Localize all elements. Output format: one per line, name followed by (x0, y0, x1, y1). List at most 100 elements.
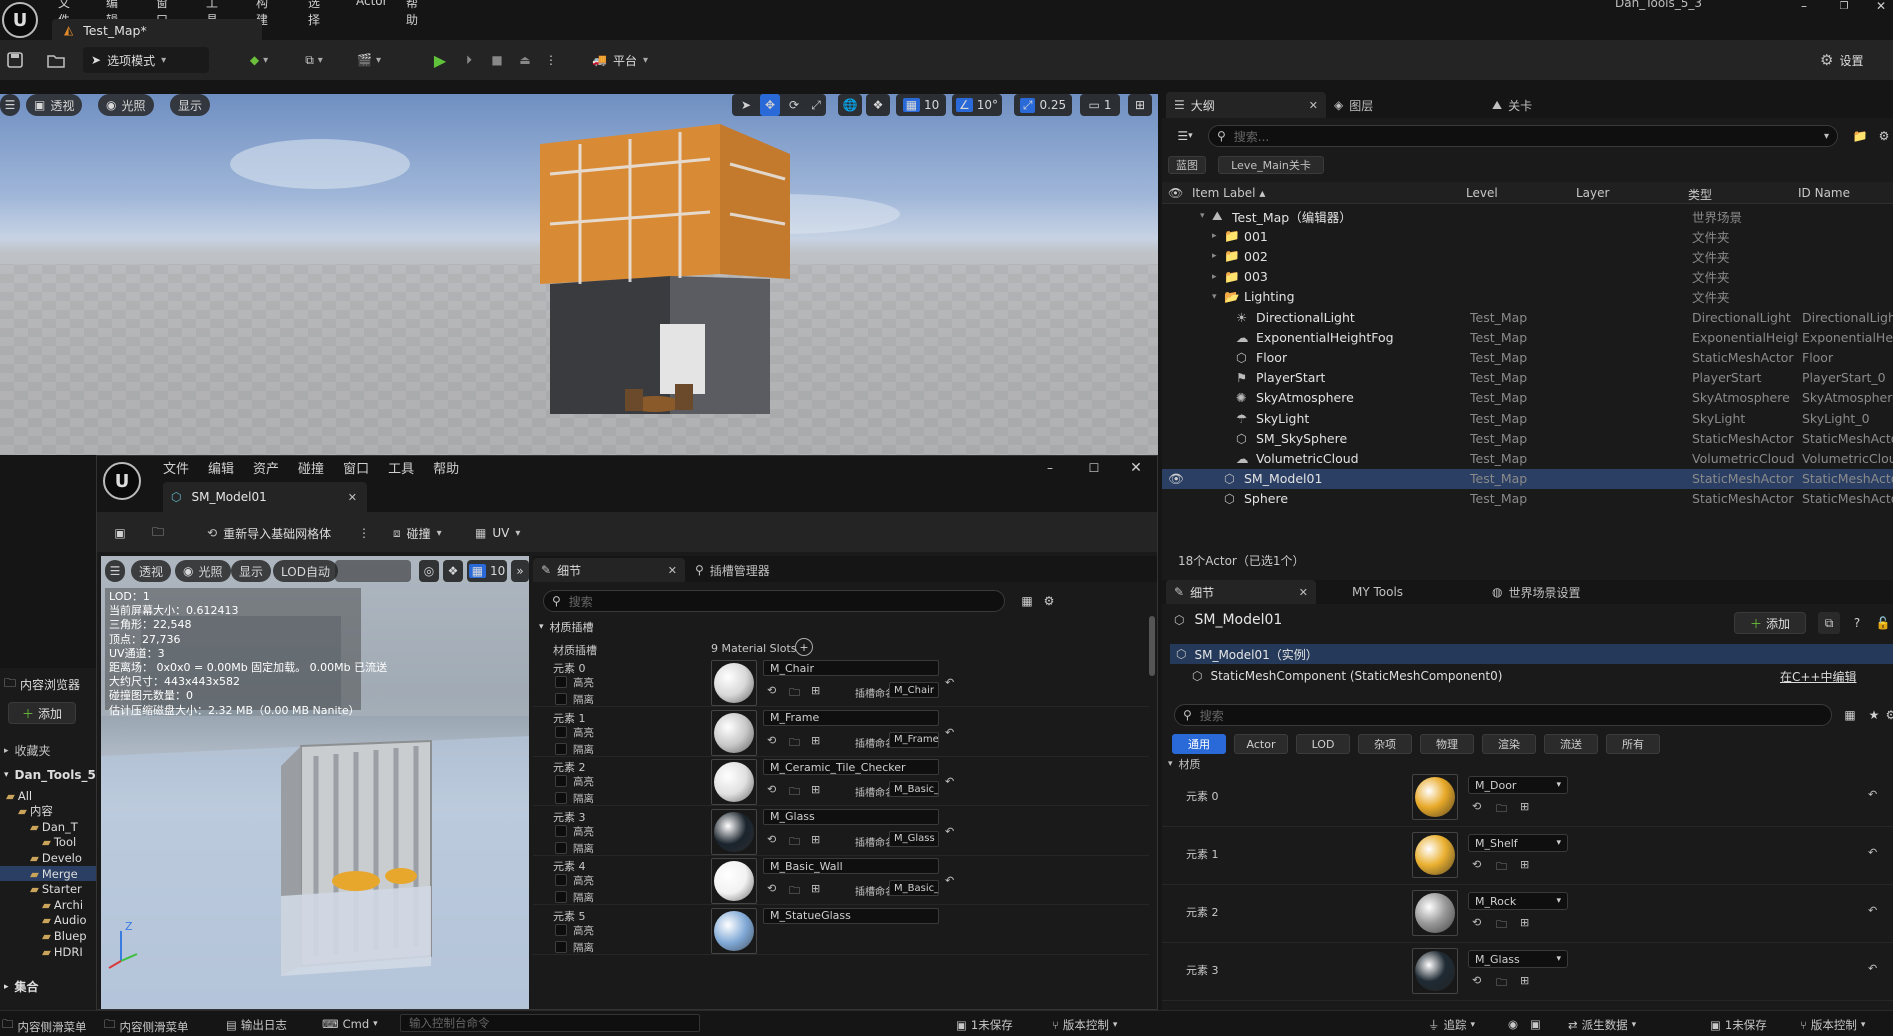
content-tree-item[interactable]: ▰ Archi (0, 897, 96, 912)
project-section[interactable]: ▾ Dan_Tools_5 (4, 768, 96, 782)
camera-speed-button[interactable]: ▭ 1 (1080, 94, 1120, 116)
isolate-checkbox[interactable] (555, 792, 567, 804)
material-thumbnail[interactable] (1412, 774, 1458, 820)
surface-snap-icon[interactable]: ❖ (866, 94, 890, 116)
editor-asset-tab[interactable]: ⬡ SM_Model01 ✕ (163, 482, 367, 512)
material-dropdown[interactable]: M_Shelf ▾ (1468, 834, 1568, 852)
platform-dropdown[interactable]: 🚚 平台 ▾ (592, 49, 648, 71)
menu-item[interactable]: 帮助 (406, 0, 418, 28)
editor-minimize-button[interactable]: – (1041, 460, 1059, 476)
more-icon[interactable]: ⋮ (358, 522, 370, 544)
editor-details-search[interactable]: ⚲ 搜索 (543, 590, 1005, 612)
filter-chip-level[interactable]: Leve_Main关卡 (1218, 156, 1324, 174)
trace-button[interactable]: ⏚ 追踪 ▾ (1428, 1017, 1475, 1033)
highlight-checkbox[interactable] (555, 725, 567, 738)
browse-icon[interactable]: 🗀 (789, 783, 800, 802)
highlight-checkbox[interactable] (555, 775, 567, 787)
perspective-button[interactable]: ▣ 透视 (26, 94, 83, 116)
output-log-button[interactable]: ▤ 输出日志 (226, 1017, 287, 1033)
browse-icon[interactable]: 🗀 (1496, 916, 1507, 935)
material-dropdown[interactable]: M_Rock ▾ (1468, 892, 1568, 910)
material-thumbnail[interactable] (1412, 890, 1458, 936)
content-tree-item[interactable]: ▰ Merge (0, 866, 96, 881)
component-row[interactable]: ⬡ StaticMeshComponent (StaticMeshCompone… (1192, 666, 1892, 686)
reset-icon[interactable]: ↶ (945, 825, 954, 838)
slot-name-field[interactable]: M_Basic_I (889, 781, 939, 797)
source-control-button[interactable]: ⑂ 版本控制 ▾ (1052, 1017, 1117, 1033)
close-icon[interactable]: ✕ (668, 564, 677, 577)
step-button[interactable]: ⏵ (458, 49, 480, 71)
gear-icon[interactable]: ⚙ (1039, 590, 1059, 612)
unsaved-button[interactable]: ▣ 1未保存 (956, 1017, 1013, 1033)
outliner-row[interactable]: ▸ 📁 002 文件夹 (1162, 246, 1893, 266)
browse-icon[interactable]: 🗀 (789, 684, 800, 703)
slot-name-field[interactable]: M_Basic_V (889, 880, 939, 896)
outliner-row[interactable]: ▾ ⛰ Test_Map（编辑器） 世界场景 (1162, 206, 1893, 226)
editor-menu-item[interactable]: 窗口 (343, 458, 369, 477)
angle-snap-button[interactable]: ∠ 10° (952, 94, 1002, 116)
options-icon[interactable]: ⊞ (811, 882, 820, 895)
chevron-down-icon[interactable]: ▾ (1200, 211, 1205, 221)
outliner-row[interactable]: ☁ ExponentialHeightFog Test_Map Exponential… (1162, 327, 1893, 347)
material-dropdown[interactable]: M_Door ▾ (1468, 776, 1568, 794)
slot-name-field[interactable]: M_Frame (889, 731, 939, 748)
instance-row[interactable]: ⬡ SM_Model01（实例） (1170, 644, 1893, 664)
help-icon[interactable]: ? (1846, 612, 1868, 634)
mode-dropdown[interactable]: ➤ 选项模式 ▾ (83, 47, 209, 73)
level-viewport[interactable]: ☰ ▣ 透视 ◉ 光照 显示 ➤ ✥ ⟳ ⤢ 🌐 ❖ ▦ 10 ∠ 10° ⤢ 0.25 … (0, 94, 1158, 455)
editor-menu-item[interactable]: 碰撞 (298, 458, 324, 477)
gear-icon[interactable]: ⚙ (1874, 126, 1893, 146)
slot-thumbnail[interactable] (711, 808, 757, 855)
console-input[interactable]: 输入控制台命令 (400, 1014, 700, 1032)
browse-icon[interactable]: 🗀 (789, 833, 800, 852)
section-material-slots[interactable]: ▾ 材质插槽 (539, 618, 594, 636)
scale-snap-button[interactable]: ⤢ 0.25 (1014, 94, 1072, 116)
filter-icon[interactable]: ☰ ▾ (1170, 126, 1200, 146)
rotate-icon[interactable]: ⟳ (784, 94, 804, 116)
cmd-dropdown[interactable]: ⌨ Cmd ▾ (322, 1017, 378, 1031)
collections-section[interactable]: ▸ 集合 (4, 978, 39, 995)
filter-tab[interactable]: 通用 (1172, 734, 1226, 754)
menu-item[interactable]: 选择 (308, 0, 320, 28)
slot-name-field[interactable]: M_Chair (889, 682, 939, 698)
lod-button[interactable]: LOD自动 (273, 560, 338, 582)
reset-icon[interactable]: ↶ (1868, 788, 1877, 801)
content-tree-item[interactable]: ▰ Audio (0, 913, 96, 928)
reset-icon[interactable]: ↶ (945, 726, 954, 739)
use-selected-icon[interactable]: ⟲ (767, 684, 776, 697)
filter-tab[interactable]: 物理 (1420, 734, 1474, 754)
stop-button[interactable]: ■ (486, 49, 508, 71)
slot-thumbnail[interactable] (711, 759, 757, 805)
slot-material-field[interactable]: M_Glass (763, 808, 939, 825)
reset-icon[interactable]: ↶ (1868, 904, 1877, 917)
tab-levels[interactable]: ⛰ 关卡 (1492, 92, 1532, 118)
material-thumbnail[interactable] (1412, 832, 1458, 878)
editor-grid-snap[interactable]: ▦ 10 (467, 560, 507, 582)
save-icon[interactable] (4, 49, 26, 71)
column-level[interactable]: Level (1466, 186, 1498, 200)
isolate-checkbox[interactable] (555, 693, 567, 705)
use-selected-icon[interactable]: ⟲ (1472, 858, 1481, 871)
slot-material-field[interactable]: M_Ceramic_Tile_Checker (763, 759, 939, 775)
editor-show-button[interactable]: 显示 (231, 560, 272, 582)
outliner-row[interactable]: ▸ 📁 003 文件夹 (1162, 267, 1893, 287)
slot-name-field[interactable]: M_Glass (889, 830, 939, 847)
reset-icon[interactable]: ↶ (945, 676, 954, 689)
outliner-row[interactable]: ☀ DirectionalLight Test_Map DirectionalLigh… (1162, 307, 1893, 327)
tab-my-tools[interactable]: MY Tools (1352, 580, 1403, 604)
content-tree-item[interactable]: ▰ HDRI (0, 944, 96, 959)
editor-menu-item[interactable]: 文件 (163, 458, 189, 477)
source-control-right-button[interactable]: ⑂ 版本控制 ▾ (1800, 1017, 1865, 1033)
settings-button[interactable]: ⚙ 设置 (1820, 49, 1863, 71)
menu-item[interactable]: Actor (356, 0, 388, 8)
add-actor-icon[interactable]: ◆ ▾ (240, 49, 278, 71)
visibility-icon[interactable]: 👁 (1168, 471, 1184, 487)
outliner-row[interactable]: ☁ VolumetricCloud Test_Map VolumetricCloud V… (1162, 448, 1893, 468)
editor-close-button[interactable]: ✕ (1127, 460, 1145, 476)
reimport-button[interactable]: ⟲ 重新导入基础网格体 (207, 522, 331, 544)
layout-icon[interactable]: ⊞ (1128, 94, 1152, 116)
editor-menu-item[interactable]: 工具 (388, 458, 414, 477)
chevron-right-icon[interactable]: ▸ (1212, 251, 1217, 261)
highlight-checkbox[interactable] (555, 874, 567, 886)
use-selected-icon[interactable]: ⟲ (767, 882, 776, 895)
